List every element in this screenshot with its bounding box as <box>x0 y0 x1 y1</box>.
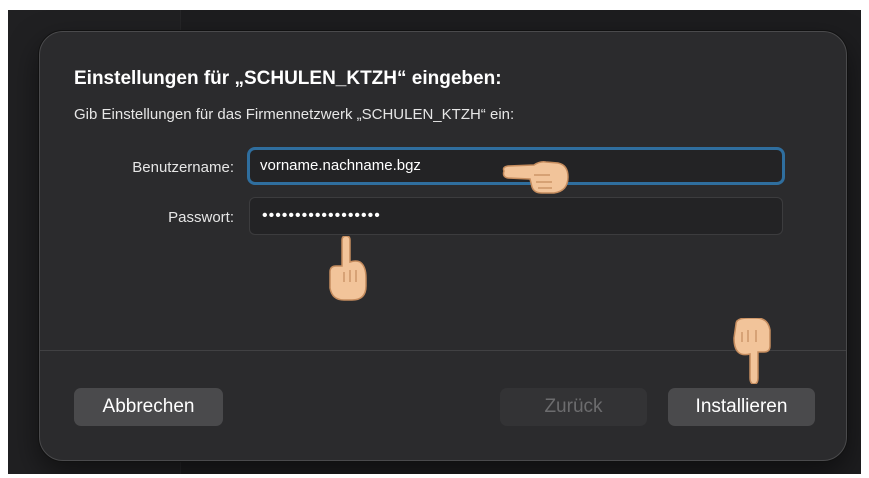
network-settings-dialog: Einstellungen für „SCHULEN_KTZH“ eingebe… <box>39 31 847 461</box>
cancel-button[interactable]: Abbrechen <box>74 388 223 426</box>
username-field[interactable]: vorname.nachname.bgz <box>247 147 785 185</box>
password-field[interactable]: •••••••••••••••••• <box>249 197 783 235</box>
dialog-subtitle: Gib Einstellungen für das Firmennetzwerk… <box>74 106 515 123</box>
dialog-separator <box>40 350 846 351</box>
install-button[interactable]: Installieren <box>668 388 815 426</box>
screen-background: Einstellungen für „SCHULEN_KTZH“ eingebe… <box>8 10 861 474</box>
username-label: Benutzername: <box>132 159 234 176</box>
back-button[interactable]: Zurück <box>500 388 647 426</box>
dialog-title: Einstellungen für „SCHULEN_KTZH“ eingebe… <box>74 68 502 89</box>
password-label: Passwort: <box>168 209 234 226</box>
